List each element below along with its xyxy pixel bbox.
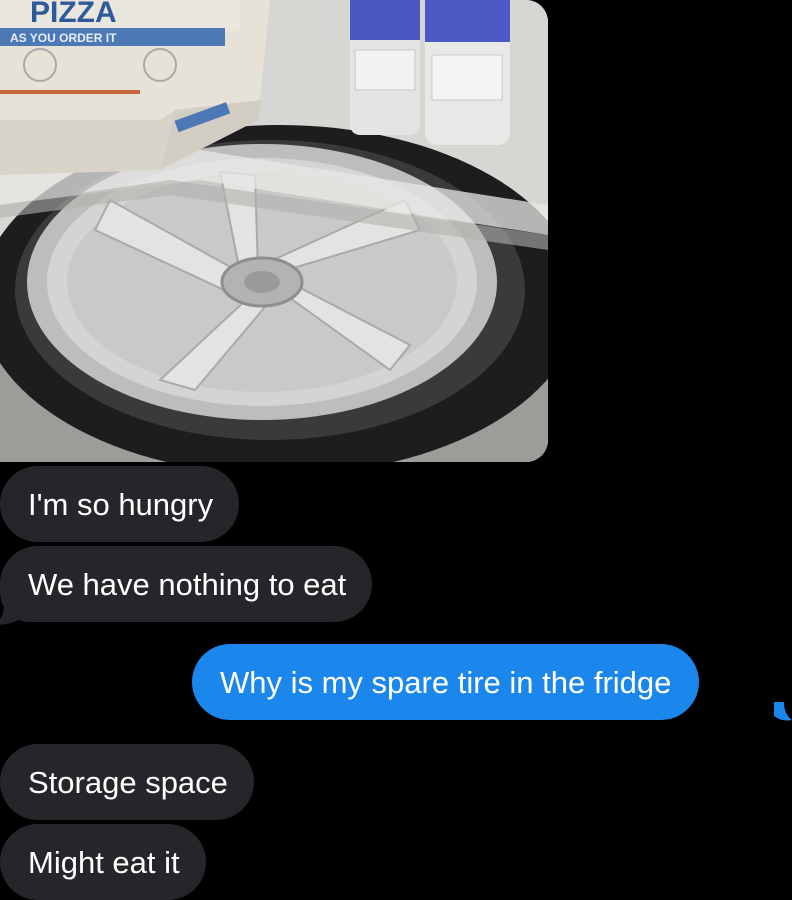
message-bubble-incoming[interactable]: I'm so hungry (0, 466, 240, 542)
message-text: Storage space (28, 764, 228, 800)
bubble-tail-outgoing (774, 702, 792, 721)
pizza-box-label: PIZZA (30, 0, 117, 29)
bubble-tail-incoming (0, 606, 18, 625)
message-bubble-incoming[interactable]: Storage space (0, 744, 254, 820)
pizza-box-subtext: AS YOU ORDER IT (10, 31, 117, 45)
message-bubble-incoming[interactable]: Might eat it (0, 824, 206, 900)
message-text: Why is my spare tire in the fridge (220, 664, 672, 700)
message-text: I'm so hungry (28, 486, 214, 522)
message-bubble-incoming[interactable]: We have nothing to eat (0, 546, 373, 622)
photo-message[interactable]: PIZZA AS YOU ORDER IT (0, 0, 548, 462)
message-text: We have nothing to eat (28, 566, 347, 602)
message-text: Might eat it (28, 844, 180, 880)
fridge-tire-photo: PIZZA AS YOU ORDER IT (0, 0, 548, 462)
message-bubble-outgoing[interactable]: Why is my spare tire in the fridge (192, 644, 700, 720)
